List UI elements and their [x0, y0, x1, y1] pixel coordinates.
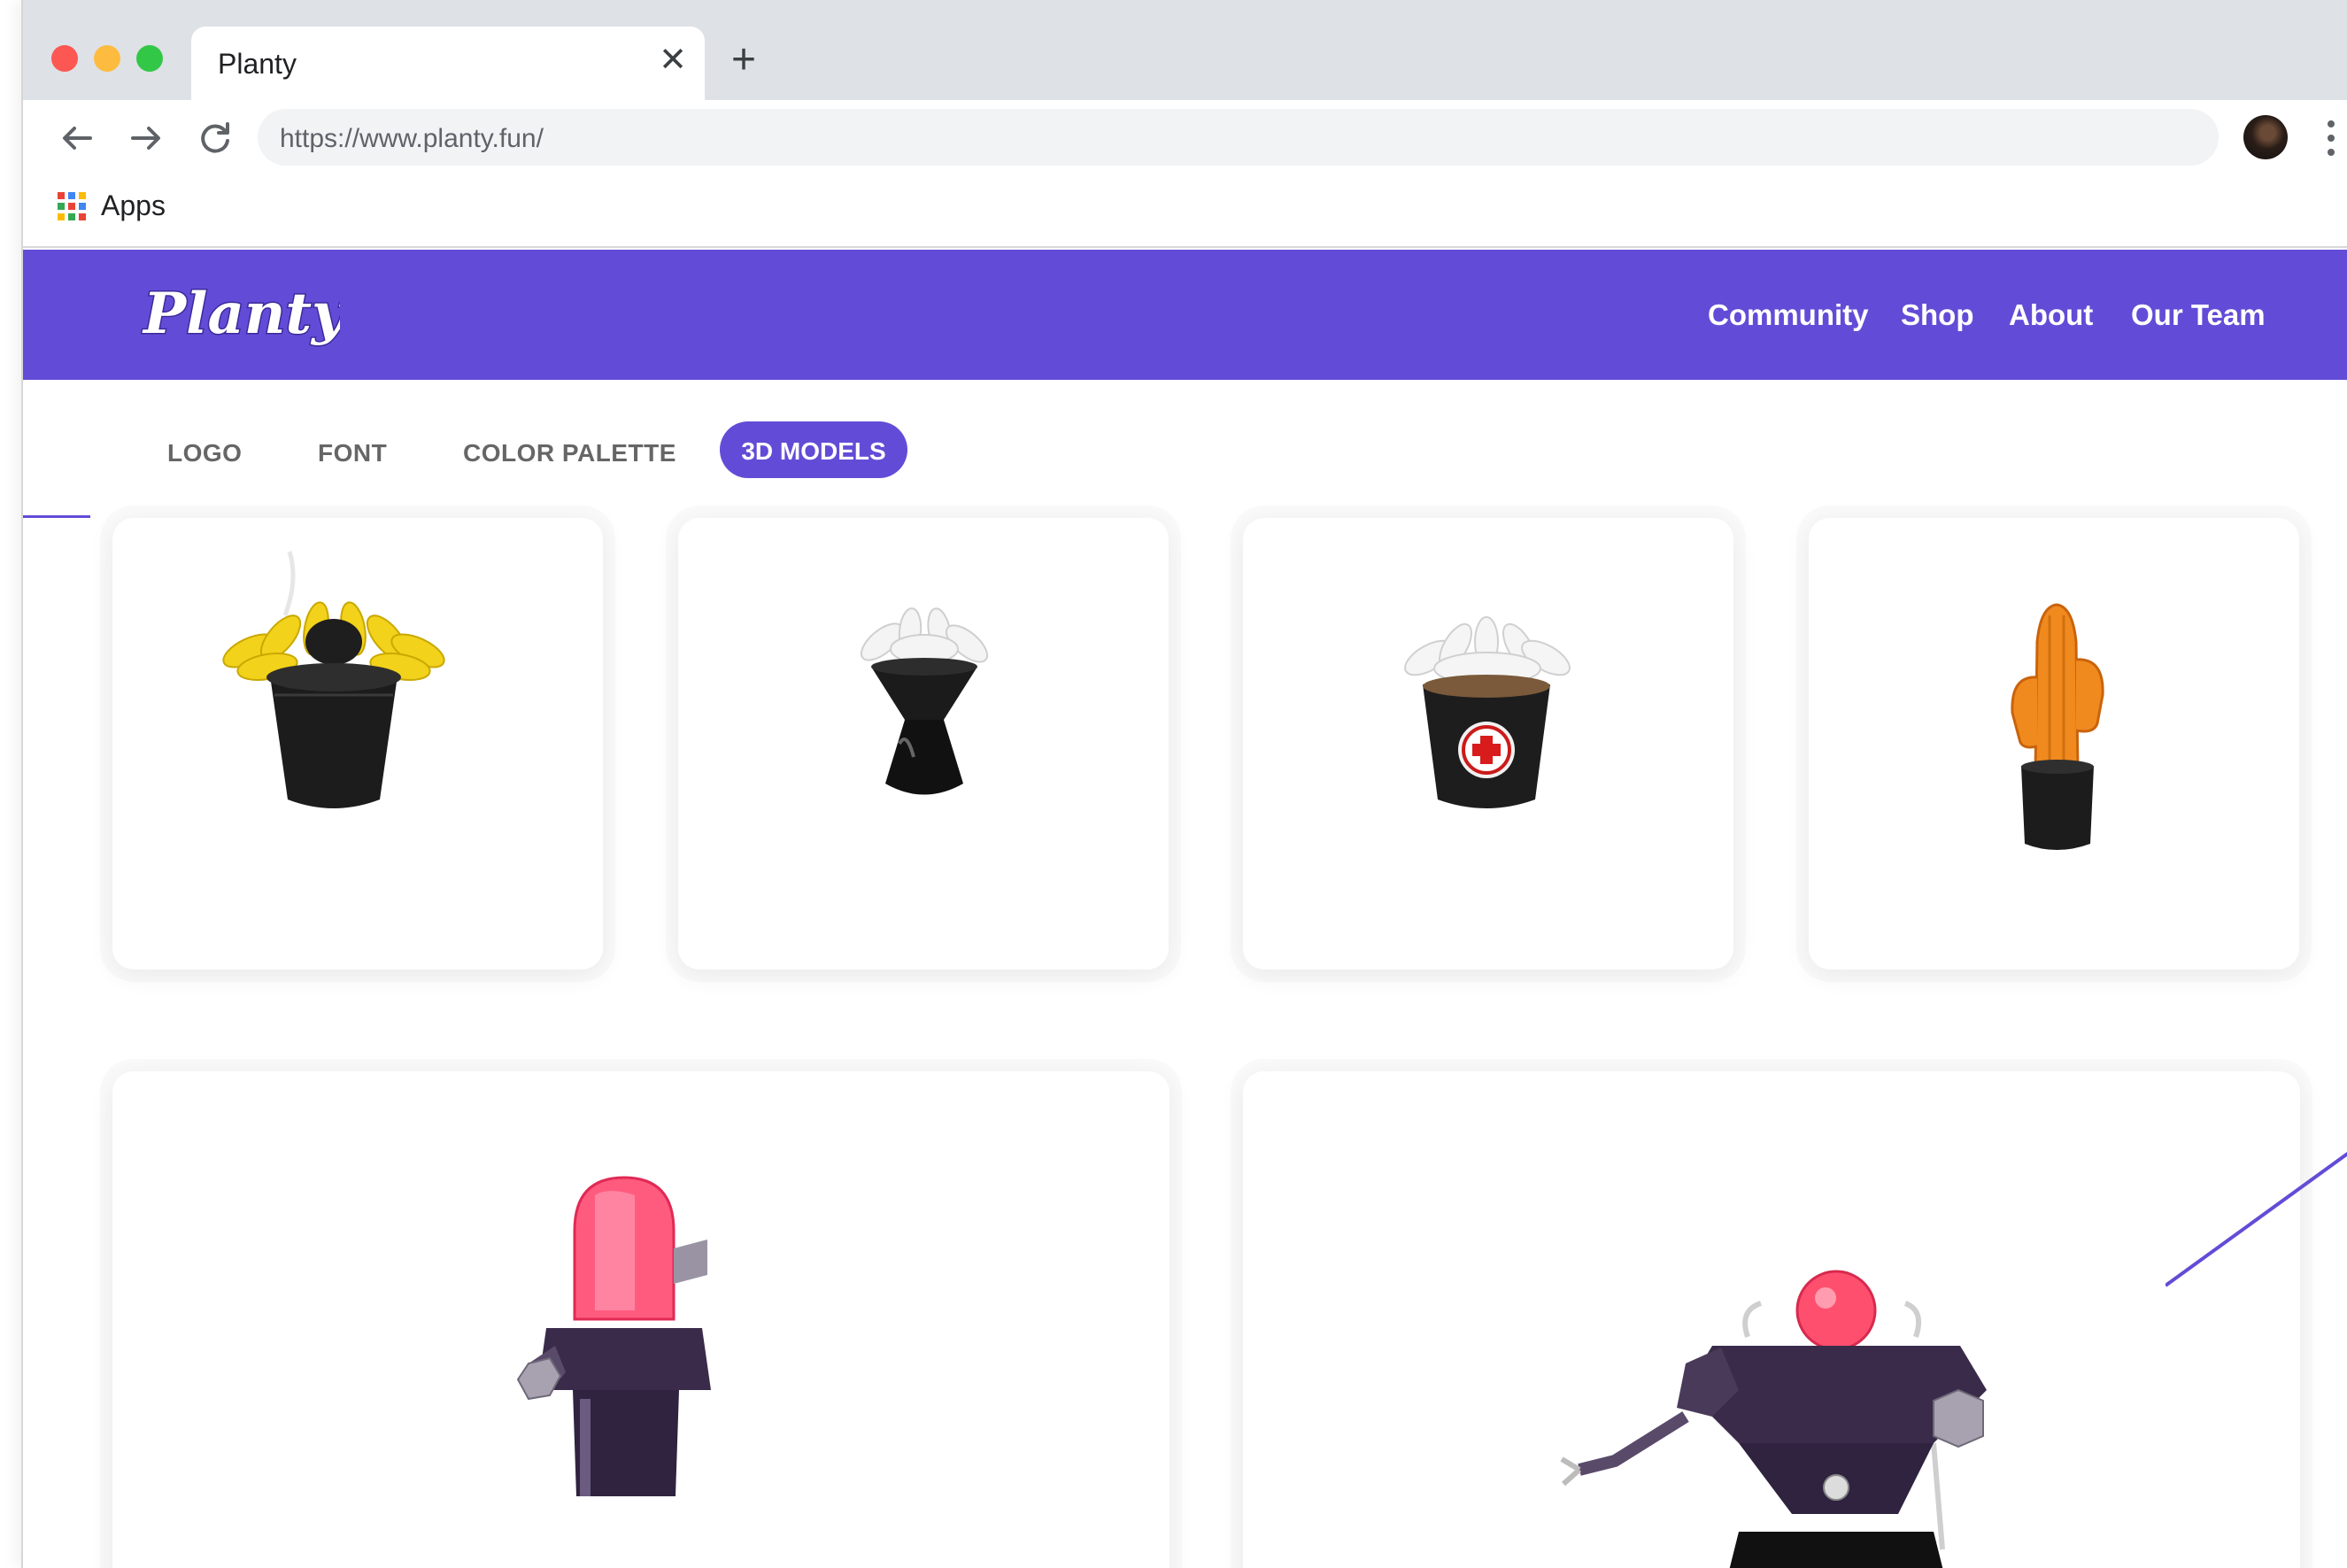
close-window-button[interactable] — [51, 45, 78, 72]
model-card-cactus[interactable] — [1809, 518, 2299, 969]
tab-font[interactable]: FONT — [318, 439, 387, 467]
category-tabs: LOGO FONT COLOR PALETTE 3D MODELS — [23, 418, 2347, 480]
nav-community[interactable]: Community — [1708, 298, 1869, 332]
profile-avatar[interactable] — [2243, 115, 2288, 159]
model-card-purple-robot[interactable] — [1243, 1071, 2300, 1568]
nurse-flower-pot-model — [1404, 616, 1571, 808]
plus-icon[interactable]: + — [731, 39, 756, 81]
planty-logo[interactable]: Planty — [136, 269, 341, 358]
apps-bookmark[interactable]: Apps — [101, 189, 166, 222]
bookmarks-bar: Apps — [23, 175, 2347, 248]
model-card-white-flower[interactable] — [678, 518, 1169, 969]
svg-text:Planty: Planty — [142, 281, 340, 347]
tab-logo[interactable]: LOGO — [167, 439, 242, 467]
decorative-line — [2166, 1151, 2347, 1287]
purple-robot-model — [1560, 1270, 1987, 1568]
tab-3d-models-label: 3D MODELS — [741, 437, 886, 465]
tab-color-palette[interactable]: COLOR PALETTE — [463, 439, 676, 467]
nav-our-team[interactable]: Our Team — [2131, 298, 2266, 332]
web-page: Planty Community Shop About Our Team LOG… — [23, 250, 2347, 1568]
browser-window: Planty ✕ + https://www.planty.fun/ Apps … — [21, 0, 2347, 1568]
white-flower-hourglass-model — [860, 607, 989, 795]
red-beacon-robot-model — [516, 1176, 711, 1496]
sunflower-pot-model — [222, 551, 445, 808]
nav-about[interactable]: About — [2009, 298, 2093, 332]
model-card-nurse-pot[interactable] — [1243, 518, 1733, 969]
maximize-window-button[interactable] — [136, 45, 163, 72]
reload-icon[interactable] — [193, 116, 237, 160]
browser-tab[interactable]: Planty ✕ — [191, 27, 705, 100]
minimize-window-button[interactable] — [94, 45, 120, 72]
close-icon[interactable]: ✕ — [659, 42, 687, 78]
tab-3d-models[interactable]: 3D MODELS — [720, 421, 907, 478]
address-bar[interactable]: https://www.planty.fun/ — [258, 109, 2219, 166]
tab-title: Planty — [218, 48, 297, 80]
forward-arrow-icon[interactable] — [124, 116, 168, 160]
tab-strip: Planty ✕ + — [23, 0, 2347, 100]
back-arrow-icon[interactable] — [55, 116, 99, 160]
nav-shop[interactable]: Shop — [1901, 298, 1973, 332]
model-card-beacon-robot[interactable] — [112, 1071, 1170, 1568]
model-card-sunflower[interactable] — [112, 518, 603, 969]
site-header: Planty Community Shop About Our Team — [23, 250, 2347, 380]
decorative-line — [23, 515, 90, 518]
url-text: https://www.planty.fun/ — [280, 124, 544, 153]
orange-cactus-model — [2011, 603, 2104, 850]
more-menu-icon[interactable] — [2327, 120, 2335, 157]
browser-toolbar: https://www.planty.fun/ — [23, 100, 2347, 175]
apps-grid-icon[interactable] — [57, 191, 87, 221]
